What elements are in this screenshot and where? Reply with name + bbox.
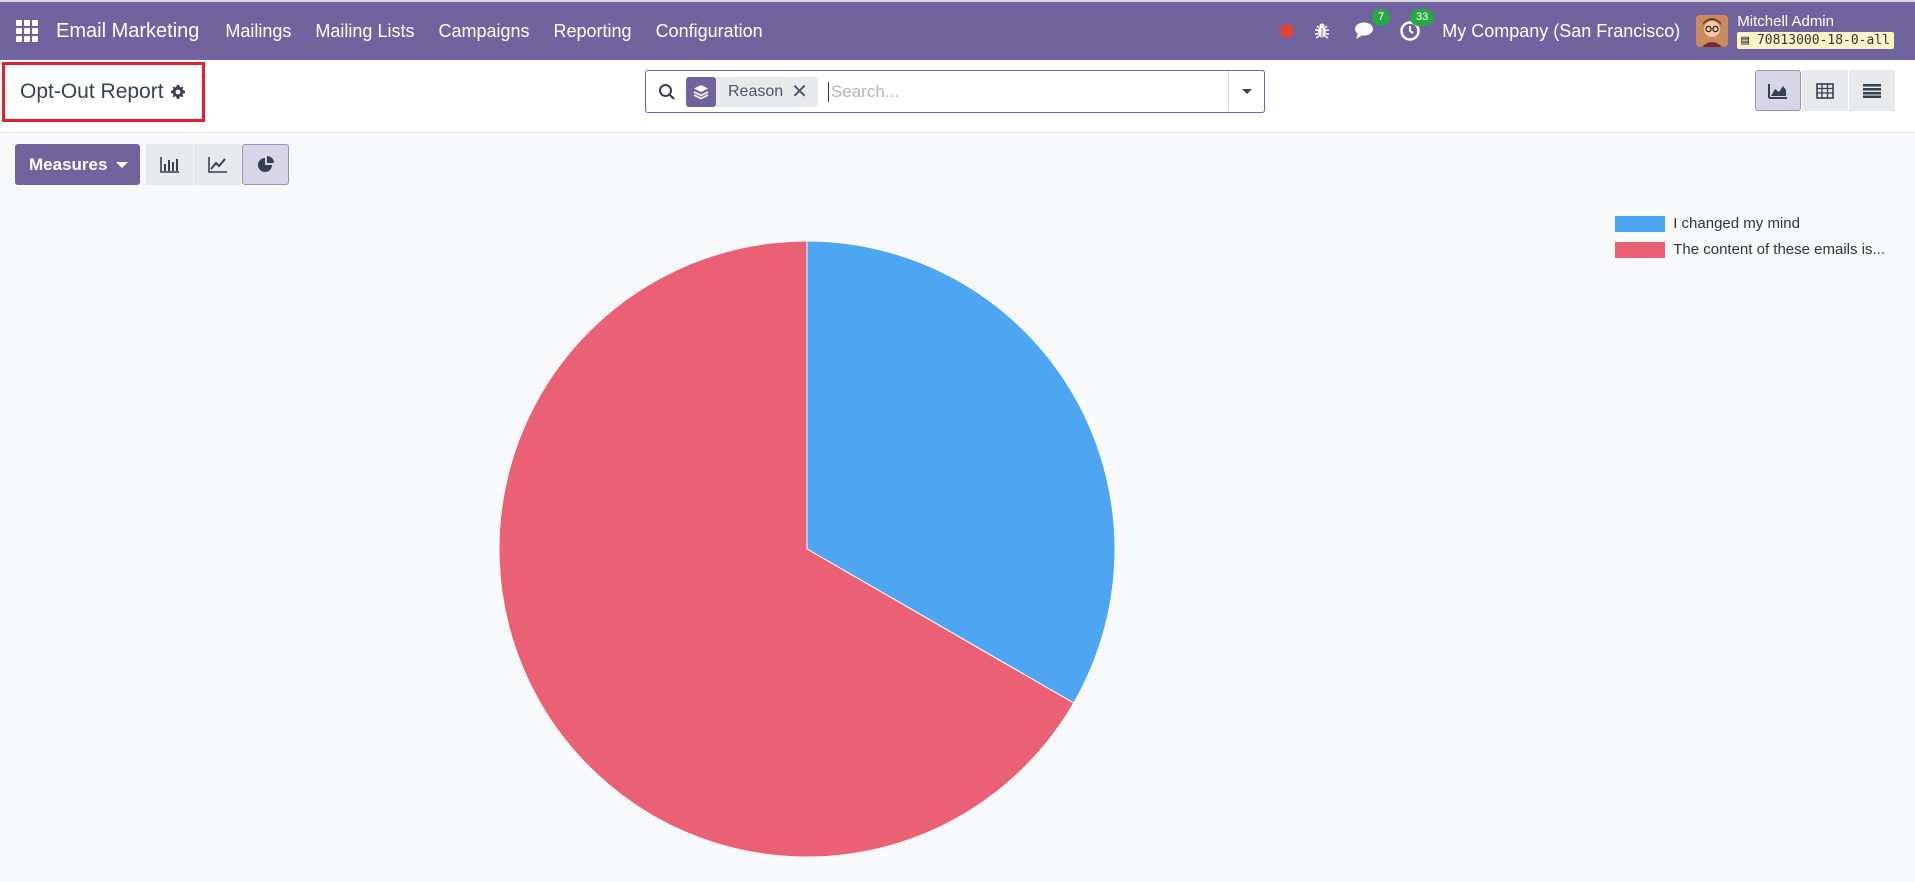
legend-item[interactable]: I changed my mind xyxy=(1615,215,1885,232)
graph-view-button[interactable] xyxy=(1755,70,1801,111)
pie-chart-icon xyxy=(257,155,274,172)
area-chart-icon xyxy=(1768,83,1787,99)
gear-icon[interactable] xyxy=(170,84,186,100)
search-bar: Reason ✕ xyxy=(645,70,1265,113)
list-icon xyxy=(1863,83,1881,98)
remove-facet-icon[interactable]: ✕ xyxy=(791,79,818,104)
groupby-facet: Reason ✕ xyxy=(686,76,818,107)
legend-label: The content of these emails is... xyxy=(1673,241,1885,258)
list-view-button[interactable] xyxy=(1849,70,1895,111)
app-grid-icon[interactable] xyxy=(16,20,38,42)
pivot-view-button[interactable] xyxy=(1802,70,1848,111)
app-name[interactable]: Email Marketing xyxy=(56,20,199,43)
navbar-systray: 7 33 My Company (San Francisco) Mitchell… xyxy=(1280,2,1915,60)
company-switcher[interactable]: My Company (San Francisco) xyxy=(1442,21,1680,42)
menu-item-reporting[interactable]: Reporting xyxy=(542,21,644,42)
bar-chart-icon xyxy=(160,156,179,173)
menu-item-mailings[interactable]: Mailings xyxy=(213,21,303,42)
control-panel: Opt-Out Report Reason ✕ xyxy=(0,60,1915,133)
activity-clock-icon[interactable]: 33 xyxy=(1398,9,1435,43)
database-icon: ▤ xyxy=(1741,32,1750,48)
graph-toolbar: Measures xyxy=(15,144,290,185)
view-switcher xyxy=(1755,70,1895,111)
measures-label: Measures xyxy=(29,154,108,174)
messages-count-badge: 7 xyxy=(1372,9,1391,26)
bug-icon[interactable] xyxy=(1310,19,1334,43)
legend-label: I changed my mind xyxy=(1673,215,1800,232)
user-name: Mitchell Admin xyxy=(1737,12,1834,30)
legend-swatch xyxy=(1615,215,1666,232)
line-chart-button[interactable] xyxy=(194,144,242,185)
activities-count-badge: 33 xyxy=(1409,9,1435,26)
legend-item[interactable]: The content of these emails is... xyxy=(1615,241,1885,258)
search-icon[interactable] xyxy=(658,83,676,101)
chart-type-group xyxy=(146,144,290,185)
table-icon xyxy=(1816,82,1834,99)
messages-icon[interactable]: 7 xyxy=(1354,9,1391,43)
caret-down-icon xyxy=(1241,88,1252,94)
pie-chart-button[interactable] xyxy=(242,144,290,185)
legend-swatch xyxy=(1615,241,1666,258)
chart-legend: I changed my mind The content of these em… xyxy=(1615,215,1885,267)
facet-label: Reason xyxy=(728,82,784,100)
line-chart-icon xyxy=(208,156,227,173)
main-menu: Mailings Mailing Lists Campaigns Reporti… xyxy=(213,21,774,42)
layers-icon xyxy=(686,76,716,107)
menu-item-configuration[interactable]: Configuration xyxy=(644,21,775,42)
caret-down-icon xyxy=(116,161,129,168)
menu-item-mailing-lists[interactable]: Mailing Lists xyxy=(303,21,426,42)
search-options-toggle[interactable] xyxy=(1228,71,1264,112)
page-title: Opt-Out Report xyxy=(20,80,164,103)
search-input[interactable] xyxy=(827,81,1218,102)
measures-dropdown-button[interactable]: Measures xyxy=(15,144,141,185)
pie-chart xyxy=(498,240,1116,858)
user-avatar[interactable] xyxy=(1696,15,1729,47)
database-name: 70813000-18-0-all xyxy=(1756,32,1890,48)
menu-item-campaigns[interactable]: Campaigns xyxy=(426,21,541,42)
top-navbar: Email Marketing Mailings Mailing Lists C… xyxy=(0,0,1915,60)
record-dot-icon[interactable] xyxy=(1280,24,1295,38)
bar-chart-button[interactable] xyxy=(146,144,194,185)
database-badge: ▤ 70813000-18-0-all xyxy=(1737,31,1894,49)
user-menu[interactable]: Mitchell Admin ▤ 70813000-18-0-all xyxy=(1737,12,1894,49)
breadcrumb: Opt-Out Report xyxy=(2,62,205,122)
